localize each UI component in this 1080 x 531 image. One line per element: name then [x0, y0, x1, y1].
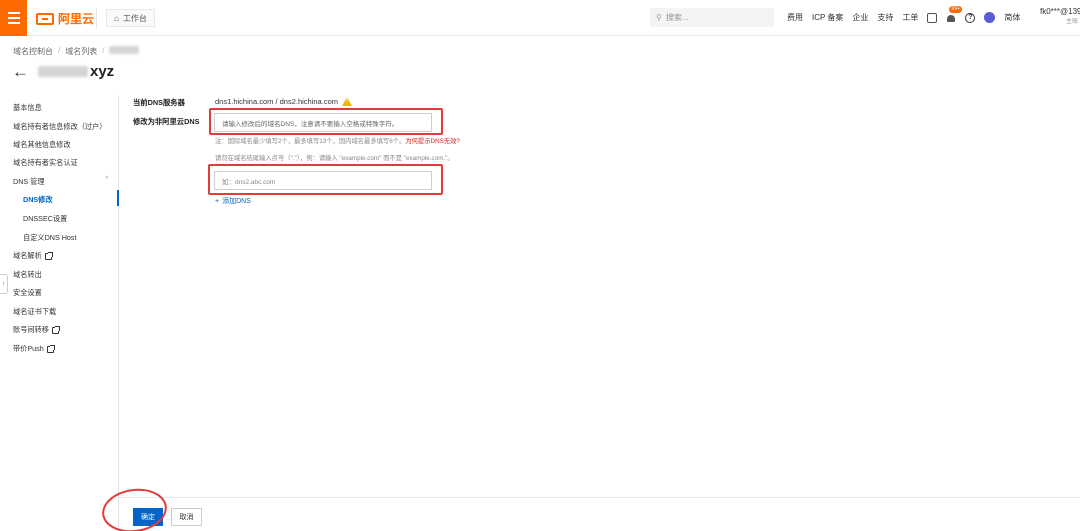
account-name: fk0***@139.c [1040, 7, 1080, 16]
external-link-icon [51, 325, 60, 334]
search-input[interactable]: ⚲ 搜索... [650, 8, 774, 27]
divider [96, 8, 97, 28]
top-nav: 费用 ICP 备案 企业 支持 工单 99+ ? 简体 [787, 6, 1020, 23]
hint-count-text: 注：国际域名最少填写2个，最多填写13个，国内域名最多填写6个。 [215, 138, 406, 145]
sidebar-item-security[interactable]: 安全设置 [13, 288, 42, 298]
footer-divider [119, 497, 1080, 498]
modify-dns-label: 修改为非阿里云DNS [133, 117, 200, 126]
menu-icon[interactable] [0, 0, 27, 36]
notification-bell-icon[interactable]: 99+ [946, 6, 962, 23]
language-switch[interactable]: 简体 [1004, 12, 1020, 23]
breadcrumb-domain-list[interactable]: 域名列表 [65, 46, 97, 57]
account-menu[interactable]: fk0***@139.c 主账 [1040, 7, 1080, 27]
notification-badge: 99+ [949, 6, 962, 13]
nav-fees[interactable]: 费用 [787, 12, 803, 23]
annotation-red-box [208, 164, 443, 195]
nav-ticket[interactable]: 工单 [902, 12, 918, 23]
page-title: ← xyz [12, 63, 115, 81]
domain-name-redacted [38, 66, 88, 77]
sidebar-item-certificate[interactable]: 域名证书下载 [13, 307, 56, 317]
sidebar-item-dns-management[interactable]: DNS 管理 [13, 177, 45, 187]
sidebar-item-price-push[interactable]: 带价Push [13, 344, 55, 354]
sidebar-item-custom-dns-host[interactable]: 自定义DNS Host [23, 233, 77, 243]
add-dns-label: 添加DNS [222, 198, 251, 205]
message-icon[interactable] [927, 12, 938, 23]
dns-hint-format: 请勿在域名结尾输入点号（"."），例：请输入 "example.com" 而不是… [215, 155, 454, 162]
home-icon: ⌂ [114, 13, 119, 23]
sidebar-item-account-transfer[interactable]: 账号间转移 [13, 325, 60, 335]
breadcrumb-separator: / [102, 46, 105, 55]
sidebar-item-label: 域名解析 [13, 251, 42, 260]
workbench-button[interactable]: ⌂ 工作台 [106, 9, 155, 27]
sidebar-item-dns-modify[interactable]: DNS修改 [23, 195, 53, 205]
back-arrow-icon[interactable]: ← [12, 63, 29, 80]
sidebar-item-other-info[interactable]: 域名其他信息修改 [13, 140, 71, 150]
warning-icon [342, 97, 352, 106]
sidebar-item-dns-resolve[interactable]: 域名解析 [13, 251, 53, 261]
aliyun-logo[interactable]: 阿里云 [36, 10, 94, 27]
nav-support[interactable]: 支持 [877, 12, 893, 23]
breadcrumb-domain-console[interactable]: 域名控制台 [13, 46, 53, 57]
sidebar-item-label: 带价Push [13, 344, 44, 353]
plus-icon: + [215, 197, 220, 205]
nav-icp[interactable]: ICP 备案 [812, 12, 843, 23]
external-link-icon [44, 251, 53, 260]
sidebar-item-dnssec[interactable]: DNSSEC设置 [23, 214, 67, 224]
sidebar-item-holder-change[interactable]: 域名持有者信息修改（过户） [13, 122, 106, 132]
add-dns-button[interactable]: + 添加DNS [215, 196, 251, 206]
dns-invalid-help-link[interactable]: 为何提示DNS无效? [405, 138, 460, 145]
active-indicator [117, 190, 119, 206]
logo-text: 阿里云 [58, 12, 95, 26]
breadcrumb-separator: / [58, 46, 61, 55]
current-dns-value: dns1.hichina.com / dns2.hichina.com [215, 97, 352, 106]
dns-hint-count: 注：国际域名最少填写2个，最多填写13个，国内域名最多填写6个。为何提示DNS无… [215, 136, 460, 145]
breadcrumb: 域名控制台 / 域名列表 / [13, 46, 140, 57]
current-dns-label: 当前DNS服务器 [133, 98, 185, 107]
sidebar-item-label: 账号间转移 [13, 325, 49, 334]
external-link-icon [46, 344, 55, 353]
domain-tld: xyz [90, 63, 115, 80]
nav-enterprise[interactable]: 企业 [852, 12, 868, 23]
search-icon: ⚲ [656, 13, 662, 22]
chevron-up-icon[interactable]: ^ [105, 176, 108, 183]
search-placeholder: 搜索... [665, 13, 689, 22]
account-type: 主账 [1066, 19, 1079, 25]
help-icon[interactable]: ? [965, 12, 976, 23]
aliyun-logo-icon [36, 12, 54, 25]
annotation-red-box [209, 108, 443, 135]
cancel-button[interactable]: 取消 [171, 508, 202, 526]
top-bar: 阿里云 ⌂ 工作台 ⚲ 搜索... 费用 ICP 备案 企业 支持 工单 99+… [0, 0, 1080, 36]
sidebar-collapse-toggle[interactable]: › [0, 274, 8, 294]
globe-icon[interactable] [984, 12, 996, 23]
sidebar-item-realname[interactable]: 域名持有者实名认证 [13, 158, 78, 168]
breadcrumb-domain-redacted [109, 46, 140, 54]
workbench-label: 工作台 [122, 13, 147, 23]
sidebar-item-basic-info[interactable]: 基本信息 [13, 103, 42, 113]
current-dns-text: dns1.hichina.com / dns2.hichina.com [215, 97, 338, 106]
sidebar-item-transfer-out[interactable]: 域名转出 [13, 270, 42, 280]
